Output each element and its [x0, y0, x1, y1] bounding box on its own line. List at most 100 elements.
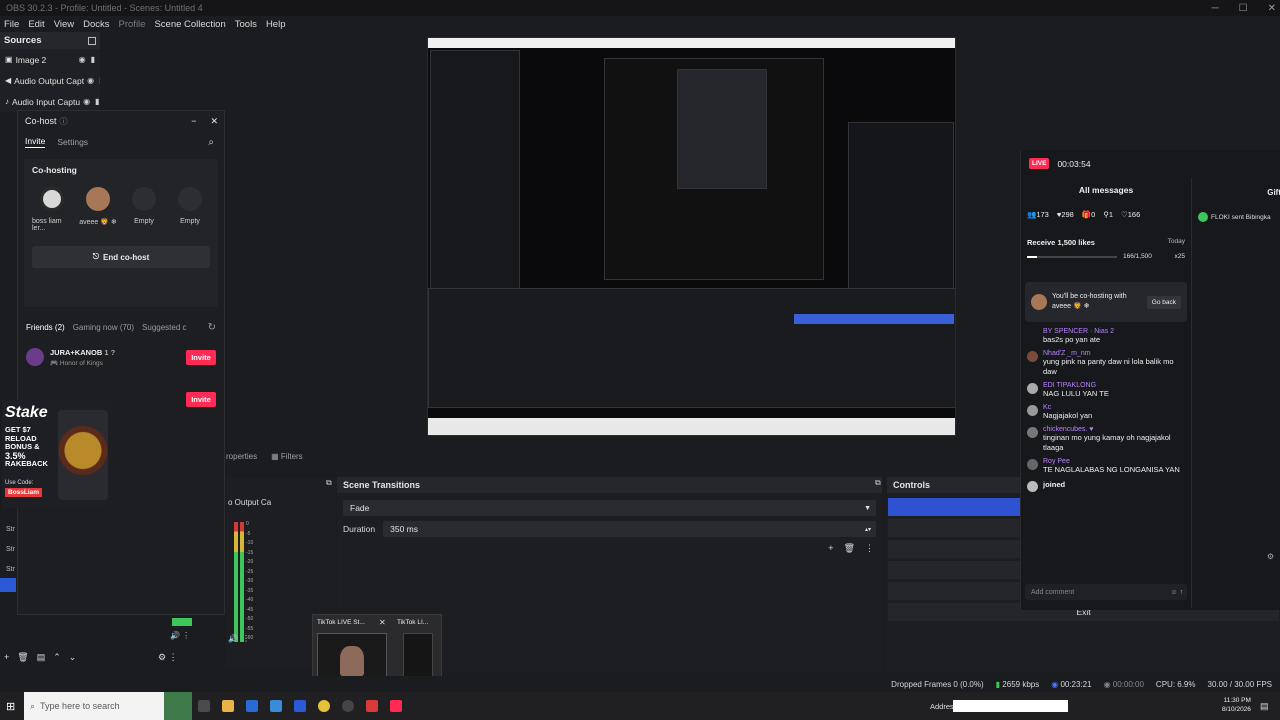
- tab-invite[interactable]: Invite: [25, 136, 46, 148]
- end-cohost-button[interactable]: ⎋ End co-host: [32, 246, 210, 268]
- minimize-icon[interactable]: −: [191, 116, 196, 126]
- preview-canvas[interactable]: [427, 37, 956, 436]
- properties-button[interactable]: roperties: [226, 452, 257, 466]
- invite-button[interactable]: Invite: [186, 349, 216, 365]
- undock-icon[interactable]: [88, 36, 96, 45]
- gear-icon[interactable]: ⚙ ⋮: [158, 652, 178, 663]
- chevron-up-icon[interactable]: ⌃: [53, 652, 61, 663]
- properties-icon[interactable]: ▤: [37, 652, 46, 663]
- tab-suggested[interactable]: Suggested c: [142, 323, 186, 332]
- search-icon[interactable]: ⌕: [208, 137, 214, 148]
- comment-input[interactable]: Add comment ☺ ↑: [1025, 584, 1187, 600]
- search-icon: ⌕: [30, 700, 36, 711]
- menu-view[interactable]: View: [54, 19, 74, 30]
- maximize-icon[interactable]: ☐: [1239, 3, 1248, 14]
- all-messages-tab[interactable]: All messages: [1021, 180, 1191, 200]
- avatar: [1198, 212, 1208, 222]
- thumbnail-title[interactable]: TikTok LIVE St...: [317, 619, 377, 626]
- cohost-slot[interactable]: boss liam ler...: [32, 187, 72, 232]
- stake-ad: Stake GET $7 RELOAD BONUS & 3.5% RAKEBAC…: [2, 400, 110, 508]
- close-icon[interactable]: ✕: [1268, 3, 1276, 14]
- nested-taskbar: [428, 418, 955, 435]
- lock-icon[interactable]: ▮: [99, 76, 100, 85]
- eye-icon[interactable]: ◉: [79, 55, 86, 64]
- lock-icon[interactable]: ▮: [91, 55, 95, 64]
- file-explorer-icon[interactable]: [222, 700, 234, 712]
- source-item[interactable]: ♪ Audio Input Captu ◉ ▮: [0, 91, 100, 112]
- nested-preview: [604, 58, 824, 280]
- menu-edit[interactable]: Edit: [28, 19, 44, 30]
- trash-icon[interactable]: 🗑: [844, 543, 855, 554]
- avatar: [86, 187, 110, 211]
- add-icon[interactable]: +: [828, 543, 833, 554]
- go-back-button[interactable]: Go back: [1146, 295, 1181, 309]
- trash-icon[interactable]: 🗑: [17, 652, 28, 663]
- thumbnail-title[interactable]: TikTok LI...: [397, 619, 428, 626]
- tiktok-icon[interactable]: [390, 700, 402, 712]
- speaker-icon[interactable]: 🔊 ⋮: [170, 631, 190, 640]
- lock-icon[interactable]: ▮: [95, 97, 99, 106]
- dock-float-icon[interactable]: ⧉: [326, 478, 332, 488]
- taskbar-search[interactable]: ⌕ Type here to search: [24, 692, 164, 720]
- menu-scene-collection[interactable]: Scene Collection: [154, 19, 225, 30]
- app-icon[interactable]: [366, 700, 378, 712]
- dock-float-icon[interactable]: ⧉: [875, 478, 881, 488]
- menu-profile[interactable]: Profile: [119, 19, 146, 30]
- cohost-title: Co-host: [25, 116, 57, 126]
- eye-icon[interactable]: ◉: [87, 76, 94, 85]
- microphone-icon: ♪: [5, 97, 9, 106]
- browser-icon[interactable]: [294, 700, 306, 712]
- clock[interactable]: 11:30 PM 8/10/2026: [1222, 696, 1251, 714]
- menu-file[interactable]: File: [4, 19, 19, 30]
- tab-friends[interactable]: Friends (2): [26, 323, 65, 332]
- goal-progress-fill: [1027, 255, 1037, 258]
- close-icon[interactable]: ✕: [379, 618, 386, 627]
- menu-dots-icon[interactable]: ⋮: [865, 543, 874, 554]
- source-item[interactable]: ▣ Image 2 ◉ ▮: [0, 49, 100, 70]
- transition-select[interactable]: Fade ▼: [343, 500, 876, 516]
- live-badge: LIVE: [1029, 158, 1050, 169]
- tab-gaming-now[interactable]: Gaming now (70): [73, 323, 134, 332]
- close-icon[interactable]: ✕: [210, 116, 218, 127]
- info-icon[interactable]: ⓘ: [60, 116, 68, 127]
- duration-label: Duration: [343, 524, 376, 534]
- stepper-icon[interactable]: ▴▾: [865, 526, 871, 533]
- window-controls: ─ ☐ ✕: [1212, 0, 1276, 16]
- cohost-slot-empty[interactable]: Empty: [170, 187, 210, 232]
- menu-help[interactable]: Help: [266, 19, 286, 30]
- menu-tools[interactable]: Tools: [235, 19, 257, 30]
- cohost-slot[interactable]: aveee 🦁 ❄: [78, 187, 118, 232]
- refresh-icon[interactable]: ↻: [208, 322, 216, 333]
- browser-icon[interactable]: [270, 700, 282, 712]
- windows-start-icon[interactable]: ⊞: [6, 700, 15, 713]
- address-input[interactable]: [953, 700, 1068, 712]
- chat-message: chickencubes. ♥ tinginan mo yung kamay oh…: [1021, 426, 1191, 453]
- cohost-slot-empty[interactable]: Empty: [124, 187, 164, 232]
- weather-widget[interactable]: [164, 692, 192, 720]
- chrome-icon[interactable]: [318, 700, 330, 712]
- avatar: [1027, 481, 1038, 492]
- source-item[interactable]: ◀ Audio Output Capt ◉▮: [0, 70, 100, 91]
- chat-message: EDI TIPAKLONG NAG LULU YAN TE: [1021, 382, 1191, 399]
- filters-button[interactable]: ▦ Filters: [271, 452, 303, 466]
- emoji-icon[interactable]: ☺ ↑: [1170, 589, 1183, 596]
- obs-icon[interactable]: [342, 700, 354, 712]
- notifications-icon[interactable]: ▤: [1260, 701, 1269, 712]
- gear-icon[interactable]: ⚙: [1267, 552, 1274, 561]
- duration-input[interactable]: 350 ms ▴▾: [383, 521, 876, 537]
- menu-dots-icon[interactable]: ⋮: [242, 634, 250, 643]
- add-icon[interactable]: +: [4, 652, 9, 663]
- minimize-icon[interactable]: ─: [1212, 3, 1219, 14]
- speaker-icon[interactable]: 🔊: [228, 634, 238, 643]
- chevron-down-icon[interactable]: ⌄: [69, 652, 77, 663]
- cohost-panel: Co-host ⓘ − ✕ Invite Settings ⌕ Co-hosti…: [17, 110, 225, 615]
- title-bar: OBS 30.2.3 - Profile: Untitled - Scenes:…: [0, 0, 1280, 16]
- invite-button[interactable]: Invite: [186, 391, 216, 407]
- eye-icon[interactable]: ◉: [83, 97, 90, 106]
- meter-tick-label: -5: [246, 530, 251, 537]
- tab-settings[interactable]: Settings: [57, 137, 88, 147]
- app-icon[interactable]: [246, 700, 258, 712]
- task-view-icon[interactable]: [198, 700, 210, 712]
- likes-stat: ♥298: [1056, 210, 1074, 219]
- menu-docks[interactable]: Docks: [83, 19, 109, 30]
